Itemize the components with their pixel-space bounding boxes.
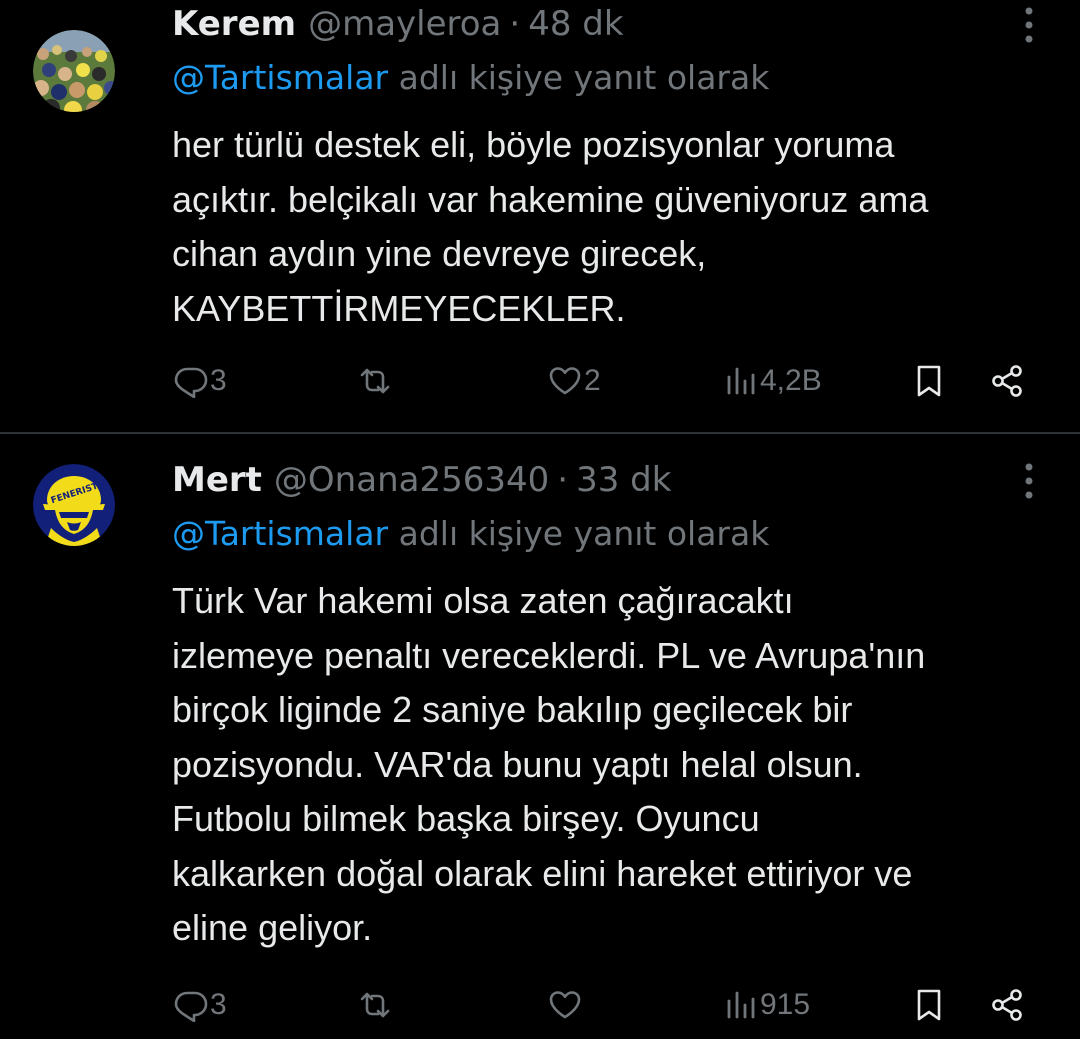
action-bar: 3 915 — [172, 980, 1052, 1030]
reply-context: @Tartismalar adlı kişiye yanıt olarak — [172, 514, 769, 553]
reply-suffix: adlı kişiye yanıt olarak — [398, 514, 770, 553]
reply-mention-link[interactable]: @Tartismalar — [172, 514, 388, 553]
author-name[interactable]: Mert — [172, 460, 262, 500]
tweet-header: Kerem @mayleroa · 48 dk — [172, 2, 1010, 46]
tweet-text-line: pozisyondu. VAR'da bunu yaptı helal olsu… — [172, 743, 863, 785]
views-count: 915 — [760, 988, 811, 1021]
retweet-icon — [360, 992, 390, 1018]
reply-count: 3 — [210, 988, 227, 1021]
avatar[interactable] — [33, 30, 115, 112]
reply-button[interactable]: 3 — [174, 980, 227, 1030]
reply-context: @Tartismalar adlı kişiye yanıt olarak — [172, 58, 769, 97]
tweet-text-line: açıktır. belçikalı var hakemine güveniyo… — [172, 178, 929, 220]
separator: · — [557, 460, 569, 500]
tweet-text: Türk Var hakemi olsa zaten çağıracaktı i… — [172, 574, 1062, 956]
tweet-text-line: Futbolu bilmek başka birşey. Oyuncu — [172, 798, 760, 839]
more-options-button[interactable] — [1022, 461, 1036, 501]
reply-suffix: adlı kişiye yanıt olarak — [398, 58, 770, 97]
timestamp[interactable]: 33 dk — [576, 460, 671, 500]
views-button[interactable]: 4,2B — [724, 356, 822, 406]
bookmark-button[interactable] — [912, 356, 946, 406]
tweet-text-line: cihan aydın yine devreye girecek, — [172, 233, 707, 274]
heart-icon — [549, 991, 581, 1019]
author-handle[interactable]: @mayleroa — [308, 4, 501, 44]
separator: · — [509, 4, 521, 44]
tweet-header: Mert @Onana256340 · 33 dk — [172, 458, 1010, 502]
views-icon — [727, 367, 755, 395]
tweet-text-line: eline geliyor. — [172, 907, 373, 948]
more-vertical-icon — [1025, 7, 1033, 43]
tweet-text-line: izlemeye penaltı vereceklerdi. PL ve Avr… — [172, 634, 926, 676]
share-icon — [992, 989, 1022, 1021]
avatar[interactable]: FENERIST — [33, 464, 115, 546]
tweet[interactable]: Kerem @mayleroa · 48 dk @Tartismalar adl… — [0, 0, 1080, 432]
like-count: 2 — [584, 364, 601, 397]
more-options-button[interactable] — [1022, 5, 1036, 45]
tweet-text-line: kalkarken doğal olarak elini hareket ett… — [172, 852, 913, 894]
more-vertical-icon — [1025, 463, 1033, 499]
share-button[interactable] — [990, 356, 1024, 406]
timestamp[interactable]: 48 dk — [528, 4, 623, 44]
retweet-button[interactable] — [358, 980, 394, 1030]
author-name[interactable]: Kerem — [172, 4, 296, 44]
author-handle[interactable]: @Onana256340 — [274, 460, 549, 500]
like-button[interactable] — [548, 980, 584, 1030]
retweet-icon — [360, 368, 390, 394]
retweet-button[interactable] — [358, 356, 394, 406]
reply-count: 3 — [210, 364, 227, 397]
reply-icon — [174, 367, 208, 398]
reply-button[interactable]: 3 — [174, 356, 227, 406]
action-bar: 3 2 4,2B — [172, 356, 1052, 406]
tweet-text: her türlü destek eli, böyle pozisyonlar … — [172, 118, 1062, 336]
reply-mention-link[interactable]: @Tartismalar — [172, 58, 388, 97]
tweet-text-line: birçok liginde 2 saniye bakılıp geçilece… — [172, 689, 853, 730]
like-button[interactable]: 2 — [548, 356, 601, 406]
bookmark-icon — [917, 989, 941, 1021]
feneristi-logo-avatar-icon: FENERIST — [33, 464, 115, 546]
tweet[interactable]: FENERIST Mert @Onana256340 · 33 dk @Tart… — [0, 434, 1080, 1039]
tweet-text-line: Türk Var hakemi olsa zaten çağıracaktı — [172, 580, 794, 621]
views-button[interactable]: 915 — [724, 980, 810, 1030]
reply-icon — [174, 991, 208, 1022]
share-icon — [992, 365, 1022, 397]
heart-icon — [549, 367, 581, 395]
share-button[interactable] — [990, 980, 1024, 1030]
crowd-photo-avatar-icon — [33, 30, 115, 112]
tweet-text-line: her türlü destek eli, böyle pozisyonlar … — [172, 124, 895, 165]
views-icon — [727, 991, 755, 1019]
tweet-text-line: KAYBETTİRMEYECEKLER. — [172, 287, 626, 329]
views-count: 4,2B — [760, 364, 822, 397]
bookmark-button[interactable] — [912, 980, 946, 1030]
bookmark-icon — [917, 365, 941, 397]
